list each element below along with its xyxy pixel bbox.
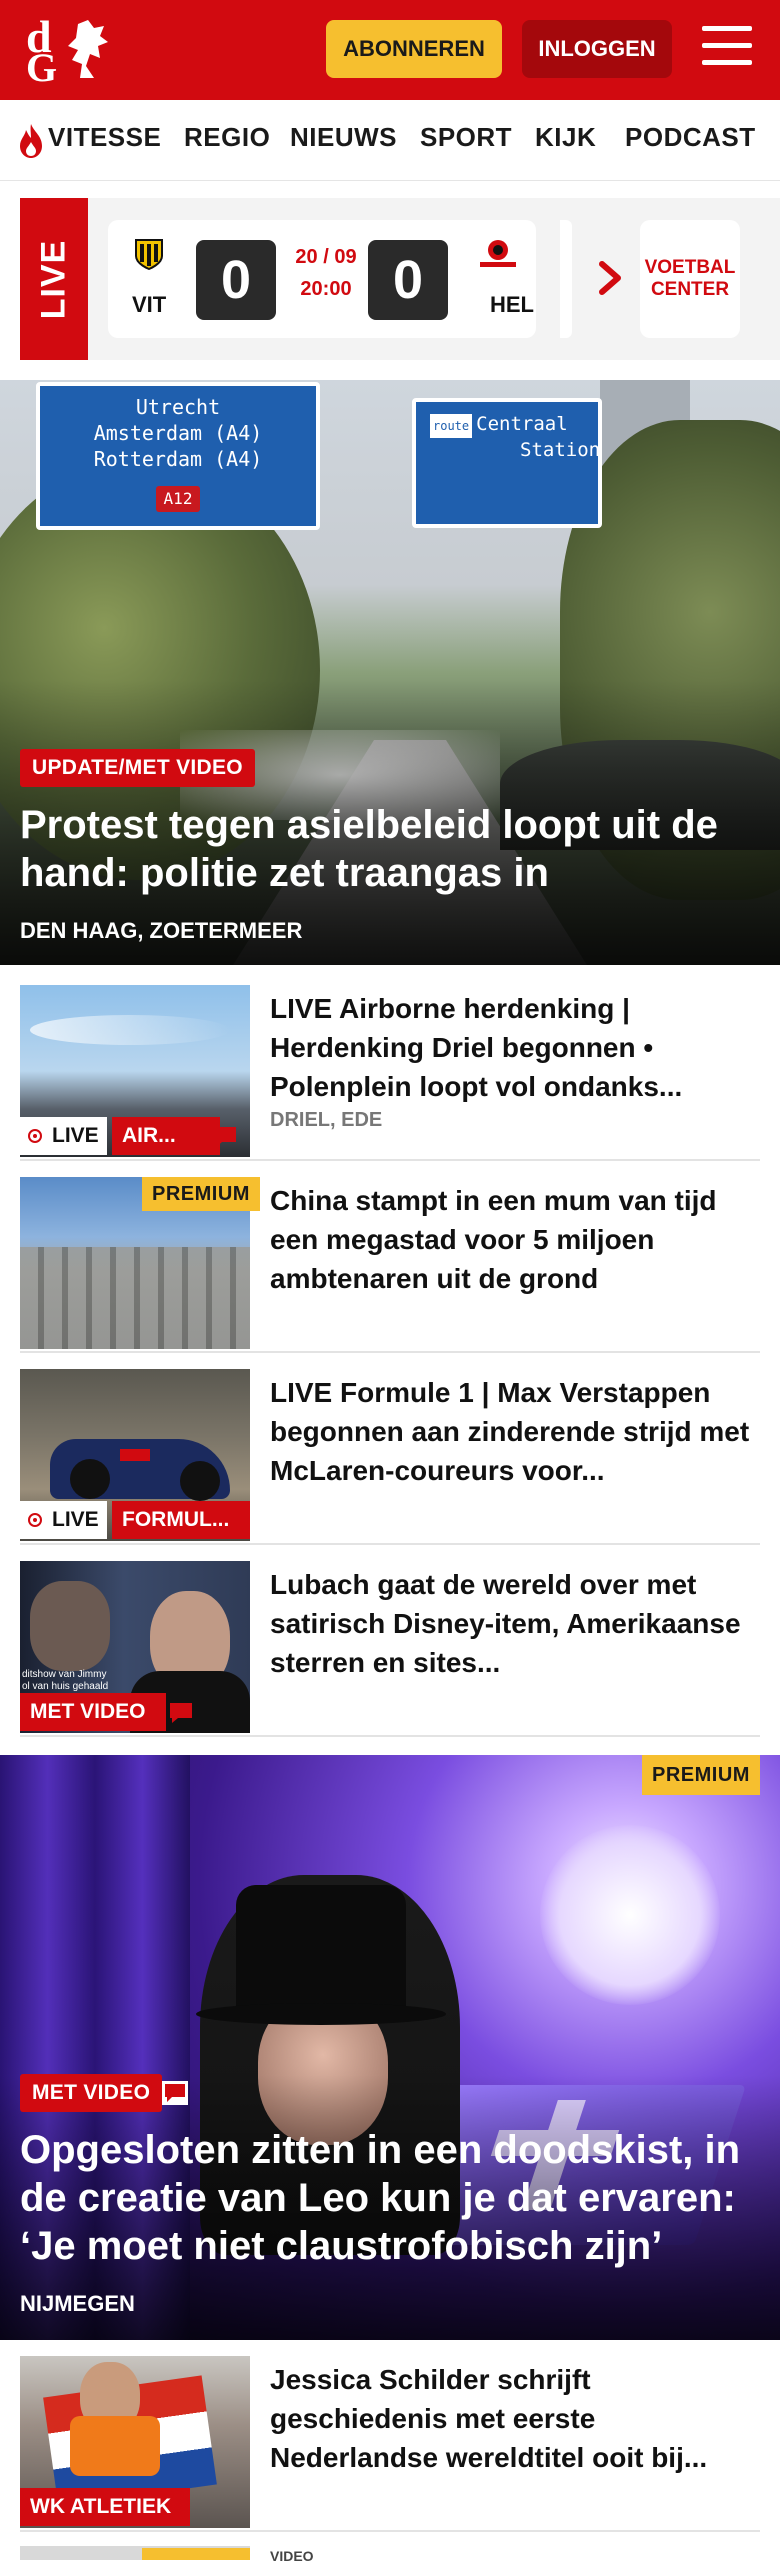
premium-badge: PREMIUM: [642, 1755, 760, 1795]
list-item[interactable]: WK ATLETIEK Jessica Schilder schrijft ge…: [20, 2356, 760, 2532]
article-title[interactable]: LIVE Airborne herdenking | Herdenking Dr…: [270, 989, 760, 1106]
away-team-abbr: HEL: [490, 292, 534, 317]
hero-location: DEN HAAG, ZOETERMEER: [20, 918, 303, 943]
live-tag: LIVE: [20, 198, 88, 360]
article-title[interactable]: Lubach gaat de wereld over met satirisch…: [270, 1565, 760, 1682]
flame-icon: [20, 124, 42, 158]
list-item[interactable]: ditshow van Jimmy ol van huis gehaald ME…: [20, 1561, 760, 1737]
feature-bg-moon: [540, 1825, 720, 2005]
feature-bg-hat: [236, 1885, 406, 2015]
comment-icon: [170, 1703, 192, 1723]
nav-item-nieuws[interactable]: NIEUWS: [290, 122, 397, 153]
hero-badge: UPDATE/MET VIDEO: [20, 749, 255, 787]
feature-title[interactable]: Opgesloten zitten in een doodskist, in d…: [20, 2126, 770, 2270]
nav-item-podcast[interactable]: PODCAST: [625, 122, 756, 153]
list-item[interactable]: LIVE FORMUL... LIVE Formule 1 | Max Vers…: [20, 1369, 760, 1545]
nav-item-vitesse[interactable]: VITESSE: [48, 122, 161, 153]
voetbal-center-link[interactable]: VOETBAL CENTER: [640, 220, 740, 338]
feature-article[interactable]: PREMIUM MET VIDEO Opgesloten zitten in e…: [0, 1755, 780, 2340]
hero-article[interactable]: Utrecht Amsterdam (A4) Rotterdam (A4) A1…: [0, 380, 780, 965]
comment-icon: [214, 1127, 236, 1147]
live-label: LIVE: [20, 1501, 107, 1539]
site-logo[interactable]: d G: [22, 11, 114, 90]
premium-badge: PREMIUM: [142, 1177, 260, 1211]
nav-item-sport[interactable]: SPORT: [420, 122, 512, 153]
match-date: 20 / 09: [295, 246, 357, 268]
feature-badge: MET VIDEO: [20, 2074, 163, 2112]
chevron-right-icon[interactable]: [592, 258, 628, 298]
match-card[interactable]: VIT 0 20 / 09 20:00 0 HEL: [108, 220, 536, 338]
subscribe-button[interactable]: ABONNEREN: [326, 20, 502, 78]
next-item-text[interactable]: VIDEO: [270, 2548, 314, 2564]
hero-title[interactable]: Protest tegen asielbeleid loopt uit de h…: [20, 801, 760, 897]
road-sign-right: route Centraal Station: [412, 398, 602, 528]
list-item[interactable]: PREMIUM China stampt in een mum van tijd…: [20, 1177, 760, 1353]
logo-letter-g: G: [26, 45, 58, 90]
home-team-abbr: VIT: [132, 292, 167, 317]
thumbnail-caption: ditshow van Jimmy ol van huis gehaald: [22, 1669, 109, 1692]
category-tag: WK ATLETIEK: [20, 2488, 190, 2526]
live-dot-icon: [28, 1513, 42, 1527]
knight-icon: [68, 20, 108, 78]
login-button[interactable]: INLOGGEN: [522, 20, 672, 78]
away-score: 0: [368, 240, 448, 320]
match-time: 20:00: [300, 278, 352, 300]
helmond-crest-icon: [480, 240, 516, 267]
category-tag: AIR...: [112, 1117, 220, 1155]
article-title[interactable]: China stampt in een mum van tijd een meg…: [270, 1181, 760, 1298]
main-nav: VITESSE REGIO NIEUWS SPORT KIJK PODCAST: [0, 100, 780, 181]
category-tag: MET VIDEO: [20, 1693, 166, 1731]
site-header: d G ABONNEREN INLOGGEN: [0, 0, 780, 100]
live-match-bar: LIVE VIT 0 20 / 09 20:00 0 HEL VOETBAL C…: [20, 198, 780, 360]
live-dot-icon: [28, 1129, 42, 1143]
article-title[interactable]: Jessica Schilder schrijft geschiedenis m…: [270, 2360, 760, 2477]
road-sign-left: Utrecht Amsterdam (A4) Rotterdam (A4) A1…: [36, 382, 320, 530]
next-match-card-edge[interactable]: [560, 220, 572, 338]
comment-icon: [162, 2081, 188, 2105]
hamburger-icon[interactable]: [702, 26, 752, 70]
nav-item-kijk[interactable]: KIJK: [535, 122, 596, 153]
home-score: 0: [196, 240, 276, 320]
article-location: DRIEL, EDE: [270, 1109, 383, 1131]
category-tag: FORMUL...: [112, 1501, 250, 1539]
next-premium-badge: [142, 2548, 250, 2560]
article-title[interactable]: LIVE Formule 1 | Max Verstappen begonnen…: [270, 1373, 760, 1490]
list-item[interactable]: LIVE AIR... LIVE Airborne herdenking | H…: [20, 985, 760, 1161]
vitesse-crest-icon: [135, 239, 163, 270]
feature-location: NIJMEGEN: [20, 2291, 135, 2316]
nav-item-regio[interactable]: REGIO: [184, 122, 270, 153]
feature-bg-hatbrim: [196, 2003, 446, 2025]
live-label: LIVE: [20, 1117, 107, 1155]
